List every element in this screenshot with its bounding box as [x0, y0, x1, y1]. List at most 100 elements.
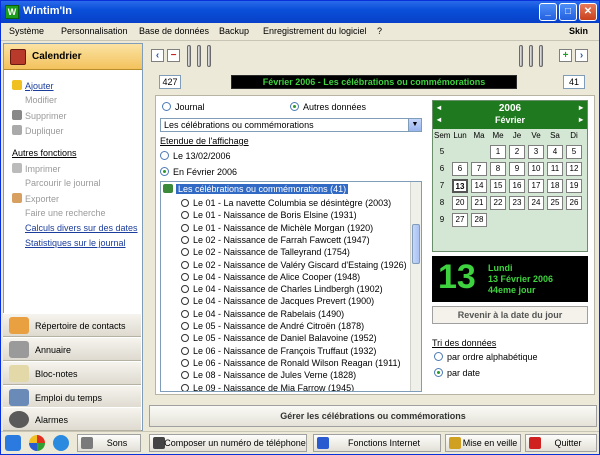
tree-scrollbar[interactable]	[410, 182, 421, 391]
next-year-icon[interactable]: ▸	[579, 103, 583, 112]
event-item[interactable]: Le 02 - Naissance de Valéry Giscard d'Es…	[181, 260, 407, 270]
big-date-display: 13 Lundi 13 Février 2006 44eme jour	[432, 256, 588, 302]
action-parcourir[interactable]: Parcourir le journal	[25, 178, 101, 188]
action-modifier[interactable]: Modifier	[25, 95, 57, 105]
action-supprimer[interactable]: Supprimer	[12, 110, 67, 121]
calendar-day[interactable]: 15	[490, 179, 506, 193]
action-ajouter[interactable]: Ajouter	[12, 80, 54, 91]
event-item[interactable]: Le 01 - La navette Columbia se désintègr…	[181, 198, 391, 208]
calendar-day[interactable]: 9	[509, 162, 525, 176]
menu-base-de-donnees[interactable]: Base de données	[139, 26, 209, 36]
event-item[interactable]: Le 08 - Naissance de Jules Verne (1828)	[181, 370, 356, 380]
calendar-day[interactable]: 12	[566, 162, 582, 176]
calendar-day[interactable]: 4	[547, 145, 563, 159]
menu-personnalisation[interactable]: Personnalisation	[61, 26, 128, 36]
option-day[interactable]: Le 13/02/2006	[160, 151, 231, 161]
action-dupliquer[interactable]: Dupliquer	[12, 125, 64, 136]
veille-button[interactable]: Mise en veille	[445, 434, 521, 452]
calendar-day[interactable]: 1	[490, 145, 506, 159]
calendar-day[interactable]: 5	[566, 145, 582, 159]
globe-icon[interactable]	[53, 435, 69, 451]
radio-journal[interactable]: Journal	[162, 102, 205, 112]
calendar-day[interactable]: 22	[490, 196, 506, 210]
nav-emploi-du-temps[interactable]: Emploi du temps	[3, 385, 141, 409]
next-month-icon[interactable]: ▸	[579, 115, 583, 124]
calendar-day[interactable]: 28	[471, 213, 487, 227]
today-button[interactable]: Revenir à la date du jour	[432, 306, 588, 324]
event-item[interactable]: Le 01 - Naissance de Michèle Morgan (192…	[181, 223, 373, 233]
menu-backup[interactable]: Backup	[219, 26, 249, 36]
calendar-day[interactable]: 26	[566, 196, 582, 210]
menu-enregistrement[interactable]: Enregistrement du logiciel	[263, 26, 367, 36]
sort-date[interactable]: par date	[434, 368, 480, 378]
week-number: 7	[439, 181, 445, 190]
sons-button[interactable]: Sons	[77, 434, 141, 452]
calendar-day[interactable]: 6	[452, 162, 468, 176]
color-palette-icon[interactable]	[29, 435, 45, 451]
calendar-day[interactable]: 16	[509, 179, 525, 193]
action-imprimer[interactable]: Imprimer	[12, 163, 61, 174]
nav-repertoire[interactable]: Répertoire de contacts	[3, 313, 141, 337]
tree-root[interactable]: Les célébrations ou commémorations (41)	[163, 184, 349, 194]
calendar-day[interactable]: 23	[509, 196, 525, 210]
event-item[interactable]: Le 04 - Naissance de Charles Lindbergh (…	[181, 284, 383, 294]
calendar-day[interactable]: 8	[490, 162, 506, 176]
calendar-day[interactable]: 7	[471, 162, 487, 176]
phone-button[interactable]: Composer un numéro de téléphone	[149, 434, 307, 452]
option-month[interactable]: En Février 2006	[160, 167, 237, 177]
category-select[interactable]: Les célébrations ou commémorations ▼	[160, 118, 422, 132]
scroll-thumb[interactable]	[412, 224, 420, 264]
action-calculs[interactable]: Calculs divers sur des dates	[25, 223, 138, 233]
action-exporter[interactable]: Exporter	[12, 193, 59, 204]
nav-annuaire[interactable]: Annuaire	[3, 337, 141, 361]
close-button[interactable]: ✕	[579, 3, 597, 21]
events-tree[interactable]: Les célébrations ou commémorations (41) …	[160, 181, 422, 392]
calendar-day[interactable]: 3	[528, 145, 544, 159]
event-item[interactable]: Le 06 - Naissance de François Truffaut (…	[181, 346, 376, 356]
event-item[interactable]: Le 04 - Naissance de Rabelais (1490)	[181, 309, 344, 319]
event-item[interactable]: Le 05 - Naissance de André Citroën (1878…	[181, 321, 364, 331]
calendar-day[interactable]: 21	[471, 196, 487, 210]
weekday-header: Di	[570, 131, 578, 140]
event-item[interactable]: Le 02 - Naissance de Farrah Fawcett (194…	[181, 235, 370, 245]
calendar-day[interactable]: 17	[528, 179, 544, 193]
next-icon[interactable]: ›	[575, 49, 588, 62]
manage-button[interactable]: Gérer les célébrations ou commémorations	[149, 405, 597, 427]
calendar-day[interactable]: 18	[547, 179, 563, 193]
internet-button[interactable]: Fonctions Internet	[313, 434, 441, 452]
nav-bloc-notes[interactable]: Bloc-notes	[3, 361, 141, 385]
calendar-day[interactable]: 25	[547, 196, 563, 210]
event-item[interactable]: Le 06 - Naissance de Ronald Wilson Reaga…	[181, 358, 400, 368]
event-item[interactable]: Le 04 - Naissance de Jacques Prevert (19…	[181, 296, 374, 306]
calendar-day[interactable]: 27	[452, 213, 468, 227]
calendar-day[interactable]: 13	[452, 179, 468, 193]
quit-button[interactable]: Quitter	[525, 434, 597, 452]
event-item[interactable]: Le 09 - Naissance de Mia Farrow (1945)	[181, 383, 354, 391]
maximize-button[interactable]: □	[559, 3, 577, 21]
nav-alarmes[interactable]: Alarmes	[3, 407, 141, 431]
calendar-day[interactable]: 10	[528, 162, 544, 176]
calendar-day[interactable]: 11	[547, 162, 563, 176]
calendar-day[interactable]: 19	[566, 179, 582, 193]
help-icon[interactable]	[5, 435, 21, 451]
chevron-down-icon[interactable]: ▼	[408, 119, 421, 131]
event-item[interactable]: Le 02 - Naissance de Talleyrand (1754)	[181, 247, 350, 257]
calendar-day[interactable]: 24	[528, 196, 544, 210]
remove-icon[interactable]: −	[167, 49, 180, 62]
calendar-day[interactable]: 2	[509, 145, 525, 159]
event-item[interactable]: Le 05 - Naissance de Daniel Balavoine (1…	[181, 333, 377, 343]
add-icon[interactable]: +	[559, 49, 572, 62]
action-recherche[interactable]: Faire une recherche	[25, 208, 106, 218]
calendar-day[interactable]: 14	[471, 179, 487, 193]
menu-help[interactable]: ?	[377, 26, 382, 36]
calendar-day[interactable]: 20	[452, 196, 468, 210]
action-statistiques[interactable]: Statistiques sur le journal	[25, 238, 126, 248]
prev-icon[interactable]: ‹	[151, 49, 164, 62]
radio-autres[interactable]: Autres données	[290, 102, 366, 112]
sort-alpha[interactable]: par ordre alphabétique	[434, 352, 538, 362]
event-item[interactable]: Le 04 - Naissance de Alice Cooper (1948)	[181, 272, 360, 282]
event-item[interactable]: Le 01 - Naissance de Boris Elsine (1931)	[181, 210, 357, 220]
minimize-button[interactable]: _	[539, 3, 557, 21]
menu-skin[interactable]: Skin	[569, 26, 588, 36]
menu-systeme[interactable]: Système	[9, 26, 44, 36]
